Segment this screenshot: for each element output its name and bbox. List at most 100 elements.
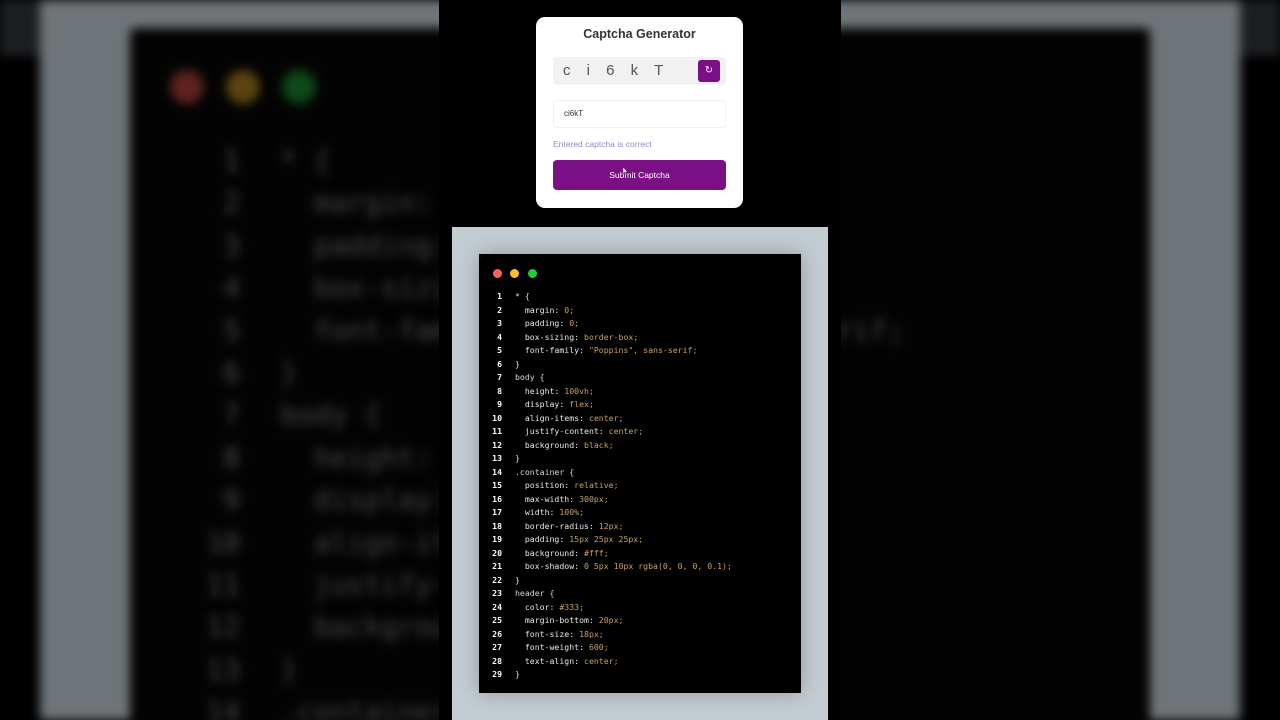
code-line: 13} xyxy=(479,452,801,466)
captcha-input[interactable]: ci6kT xyxy=(553,100,726,128)
code-line: 21 box-shadow: 0 5px 10px rgba(0, 0, 0, … xyxy=(479,560,801,574)
code-text: font-size: 18px; xyxy=(524,628,604,639)
code-line: 26 font-size: 18px; xyxy=(479,628,801,642)
captcha-text: c i 6 k T xyxy=(563,62,670,79)
code-text: } xyxy=(515,453,520,463)
line-number: 20 xyxy=(492,547,502,558)
code-text: background: black; xyxy=(524,439,614,450)
code-text: width: 100%; xyxy=(524,507,585,517)
code-text: padding: 0; xyxy=(524,318,580,328)
code-editor: 1 * {2 margin: 0; 3 padding: 0; 4 box-sizin… xyxy=(479,254,801,693)
status-message: Entered captcha is correct xyxy=(553,139,652,149)
code-text: } xyxy=(515,574,520,585)
code-line: 10 align-items: center; xyxy=(479,412,801,426)
code-text: justify-content: center; xyxy=(524,426,644,436)
code-text: height: 100vh; xyxy=(524,385,594,396)
code-line: 4 box-sizing: border-box; xyxy=(479,331,801,345)
refresh-button[interactable]: ↻ xyxy=(698,60,720,82)
line-number: 10 xyxy=(492,412,502,423)
line-number: 24 xyxy=(492,601,502,612)
code-line: 17 width: 100%; xyxy=(479,506,801,520)
code-line: 15 position: relative; xyxy=(479,479,801,493)
code-line: 14 .container { xyxy=(479,466,801,480)
code-text: } xyxy=(515,669,520,679)
code-line: 8 height: 100vh; xyxy=(479,385,801,399)
minimize-dot-icon xyxy=(510,269,519,278)
code-text: box-sizing: border-box; xyxy=(524,331,639,342)
code-block: 1 * {2 margin: 0; 3 padding: 0; 4 box-sizin… xyxy=(479,290,801,682)
line-number: 22 xyxy=(492,574,502,585)
code-text: display: flex; xyxy=(524,399,594,409)
line-number: 9 xyxy=(497,399,502,409)
code-text: background: #fff; xyxy=(524,547,609,558)
captcha-display: c i 6 k T ↻ xyxy=(553,57,726,85)
line-number: 11 xyxy=(492,426,502,436)
code-line: 11 justify-content: center; xyxy=(479,425,801,439)
code-text: } xyxy=(515,358,520,369)
line-number: 21 xyxy=(492,561,502,571)
video-column: Captcha Generator c i 6 k T ↻ ci6kT Ente… xyxy=(439,0,841,720)
code-line: 2 margin: 0; xyxy=(479,304,801,318)
line-number: 19 xyxy=(492,534,502,544)
line-number: 29 xyxy=(492,669,502,679)
code-text: font-weight: 600; xyxy=(524,642,609,652)
code-text: font-family: "Poppins", sans-serif; xyxy=(524,345,698,355)
code-text: margin-bottom: 20px; xyxy=(524,615,624,625)
refresh-icon: ↻ xyxy=(704,65,714,76)
line-number: 14 xyxy=(492,466,502,477)
code-line: 12 background: black; xyxy=(479,439,801,453)
code-line: 19 padding: 15px 25px 25px; xyxy=(479,533,801,547)
line-number: 4 xyxy=(497,331,502,342)
line-number: 2 xyxy=(497,304,502,315)
code-text: max-width: 300px; xyxy=(524,493,609,504)
line-number: 6 xyxy=(497,358,502,369)
code-line: 22} xyxy=(479,574,801,588)
code-line: 29} xyxy=(479,668,801,682)
line-number: 15 xyxy=(492,480,502,490)
code-line: 5 font-family: "Poppins", sans-serif; xyxy=(479,344,801,358)
code-text: position: relative; xyxy=(524,480,619,490)
code-text: color: #333; xyxy=(524,601,585,612)
line-number: 18 xyxy=(492,520,502,531)
code-line: 1 * { xyxy=(479,290,801,304)
line-number: 3 xyxy=(497,318,502,328)
code-line: 23 header { xyxy=(479,587,801,601)
code-line: 24 color: #333; xyxy=(479,601,801,615)
code-line: 18 border-radius: 12px; xyxy=(479,520,801,534)
code-line: 27 font-weight: 600; xyxy=(479,641,801,655)
captcha-title: Captcha Generator xyxy=(583,27,696,41)
code-text: padding: 15px 25px 25px; xyxy=(524,534,644,544)
line-number: 26 xyxy=(492,628,502,639)
line-number: 17 xyxy=(492,507,502,517)
code-line: 3 padding: 0; xyxy=(479,317,801,331)
code-line: 9 display: flex; xyxy=(479,398,801,412)
code-text: align-items: center; xyxy=(524,412,624,423)
code-text: border-radius: 12px; xyxy=(524,520,624,531)
code-text: header { xyxy=(515,588,555,598)
code-line: 16 max-width: 300px; xyxy=(479,493,801,507)
mouse-cursor-icon xyxy=(623,167,628,175)
captcha-card: Captcha Generator c i 6 k T ↻ ci6kT Ente… xyxy=(536,17,743,208)
code-text: text-align: center; xyxy=(524,655,619,666)
code-line: 28 text-align: center; xyxy=(479,655,801,669)
maximize-dot-icon xyxy=(528,269,537,278)
code-line: 20 background: #fff; xyxy=(479,547,801,561)
code-line: 25 margin-bottom: 20px; xyxy=(479,614,801,628)
line-number: 25 xyxy=(492,615,502,625)
line-number: 12 xyxy=(492,439,502,450)
line-number: 7 xyxy=(497,372,502,382)
line-number: 23 xyxy=(492,588,502,598)
line-number: 27 xyxy=(492,642,502,652)
submit-captcha-button[interactable]: Submit Captcha xyxy=(553,160,726,190)
line-number: 5 xyxy=(497,345,502,355)
line-number: 1 xyxy=(497,291,502,301)
line-number: 13 xyxy=(492,453,502,463)
line-number: 8 xyxy=(497,385,502,396)
line-number: 28 xyxy=(492,655,502,666)
code-text: * { xyxy=(515,291,530,301)
code-text: box-shadow: 0 5px 10px rgba(0, 0, 0, 0.1… xyxy=(524,561,732,571)
code-line: 6} xyxy=(479,358,801,372)
code-line: 7 body { xyxy=(479,371,801,385)
code-text: body { xyxy=(515,372,545,382)
code-text: .container { xyxy=(515,466,575,477)
